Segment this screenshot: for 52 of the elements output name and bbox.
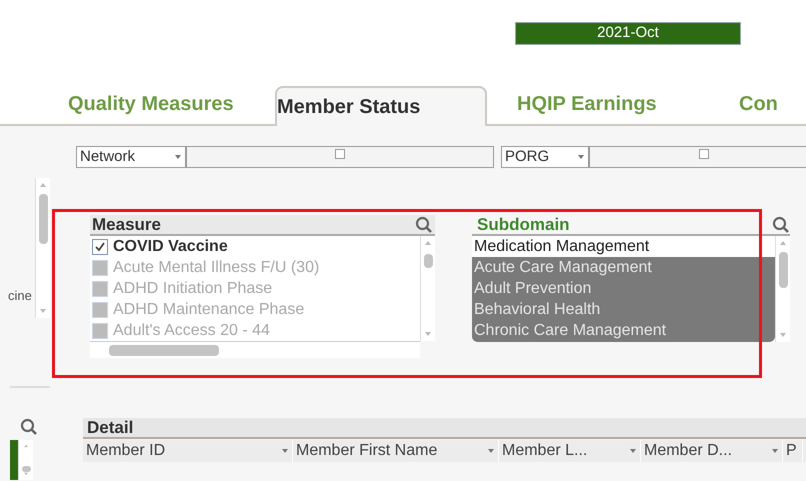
column-header[interactable]: Member First Name: [293, 440, 499, 462]
search-input[interactable]: [589, 146, 806, 168]
listbox-header: Measure: [90, 215, 435, 236]
tab[interactable]: Member Status: [275, 86, 487, 126]
dropdown-caret-icon[interactable]: [771, 448, 779, 454]
checkbox-icon[interactable]: [335, 149, 345, 159]
dropdown-caret-icon[interactable]: [487, 448, 495, 454]
checkbox[interactable]: [92, 322, 108, 338]
scroll-thumb[interactable]: [22, 466, 30, 472]
table-title: Detail: [83, 418, 806, 439]
vertical-scrollbar[interactable]: [35, 178, 50, 318]
scroll-thumb[interactable]: [109, 344, 219, 356]
column-header[interactable]: Member L...: [499, 440, 641, 462]
vertical-scrollbar[interactable]: [775, 236, 790, 342]
scroll-down-icon[interactable]: [779, 332, 787, 338]
check-icon: [94, 240, 106, 252]
checkbox-icon[interactable]: [699, 149, 709, 159]
period-label: 2021-Oct: [515, 22, 741, 45]
column-header[interactable]: P: [783, 440, 803, 462]
search-input[interactable]: [186, 146, 494, 168]
checkbox[interactable]: [92, 302, 108, 318]
dropdown-caret-icon[interactable]: [577, 154, 585, 160]
filter-dropdown[interactable]: Network: [76, 146, 186, 168]
dropdown-caret-icon[interactable]: [281, 448, 289, 454]
scroll-down-icon[interactable]: [424, 331, 432, 337]
search-icon[interactable]: [772, 216, 790, 234]
scroll-up-icon[interactable]: [22, 444, 30, 448]
scroll-thumb[interactable]: [778, 252, 788, 288]
horizontal-scrollbar[interactable]: [90, 341, 420, 358]
vertical-scrollbar[interactable]: [18, 440, 33, 480]
scroll-thumb[interactable]: [38, 194, 48, 244]
scroll-down-icon[interactable]: [39, 308, 47, 314]
filter-dropdown[interactable]: PORG: [501, 146, 589, 168]
scroll-thumb[interactable]: [424, 254, 432, 268]
checkbox[interactable]: [92, 238, 108, 254]
dropdown-caret-icon[interactable]: [629, 448, 637, 454]
scroll-down-icon[interactable]: [22, 472, 30, 476]
column-header[interactable]: Member ID: [83, 440, 293, 462]
search-icon[interactable]: [415, 216, 433, 234]
selection-indicator: [10, 440, 18, 480]
checkbox[interactable]: [92, 280, 108, 296]
list-item[interactable]: COVID Vaccine: [90, 236, 420, 257]
list-item[interactable]: Medication Management: [472, 236, 775, 257]
scroll-up-icon[interactable]: [779, 240, 787, 246]
list-item[interactable]: cine: [8, 286, 32, 306]
column-header[interactable]: Member D...: [641, 440, 783, 462]
scroll-up-icon[interactable]: [39, 182, 47, 188]
scroll-up-icon[interactable]: [424, 240, 432, 246]
search-icon[interactable]: [20, 418, 38, 436]
dropdown-caret-icon[interactable]: [174, 154, 182, 160]
vertical-scrollbar[interactable]: [420, 236, 435, 341]
checkbox[interactable]: [92, 260, 108, 276]
